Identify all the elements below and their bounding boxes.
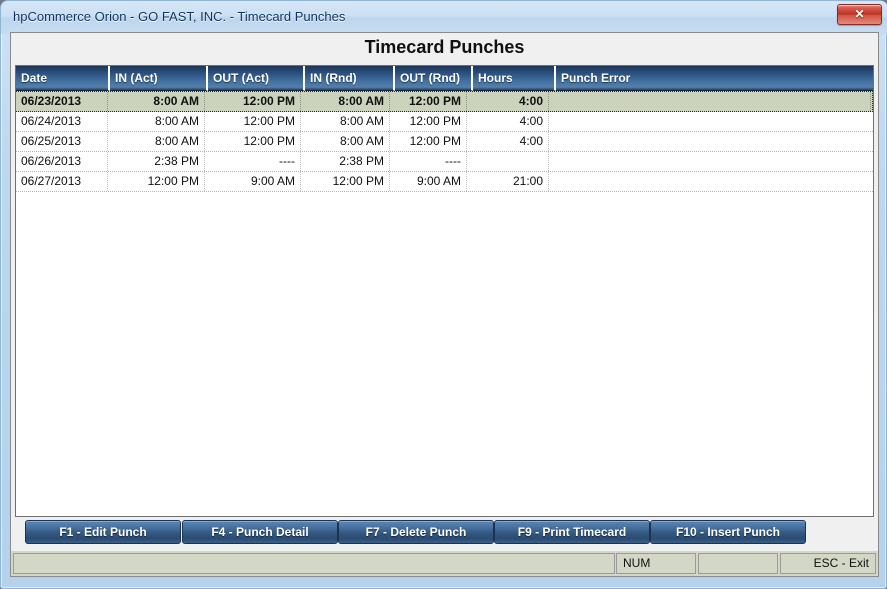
cell-out-rnd: 12:00 PM [390, 112, 467, 131]
cell-hours: 4:00 [467, 112, 549, 131]
cell-in-rnd: 12:00 PM [301, 172, 390, 191]
page-title: Timecard Punches [364, 37, 525, 57]
function-button-bar: F1 - Edit Punch F4 - Punch Detail F7 - Del… [15, 520, 874, 548]
delete-punch-button[interactable]: F7 - Delete Punch [338, 520, 494, 544]
cell-date: 06/24/2013 [16, 112, 108, 131]
table-row[interactable]: 06/23/2013 8:00 AM 12:00 PM 8:00 AM 12:00 PM… [16, 91, 873, 112]
cell-hours: 4:00 [467, 132, 549, 151]
status-bar: NUM ESC - Exit [10, 551, 879, 577]
cell-in-act: 12:00 PM [108, 172, 205, 191]
cell-in-act: 2:38 PM [108, 152, 205, 171]
cell-in-act: 8:00 AM [108, 92, 205, 111]
cell-error [549, 92, 871, 111]
cell-error [549, 152, 871, 171]
cell-out-rnd: 12:00 PM [390, 92, 467, 111]
cell-out-rnd: 12:00 PM [390, 132, 467, 151]
window-title: hpCommerce Orion - GO FAST, INC. - Timec… [13, 9, 346, 24]
cell-hours: 21:00 [467, 172, 549, 191]
status-message-panel [13, 553, 615, 574]
cell-date: 06/27/2013 [16, 172, 108, 191]
status-exit-hint: ESC - Exit [780, 553, 876, 574]
cell-out-act: 12:00 PM [205, 112, 301, 131]
cell-in-rnd: 8:00 AM [301, 132, 390, 151]
cell-in-rnd: 8:00 AM [301, 112, 390, 131]
cell-error [549, 172, 871, 191]
edit-punch-button[interactable]: F1 - Edit Punch [25, 520, 181, 544]
status-extra-panel [698, 553, 778, 574]
cell-in-act: 8:00 AM [108, 132, 205, 151]
grid-body[interactable]: 06/23/2013 8:00 AM 12:00 PM 8:00 AM 12:00 PM… [16, 91, 873, 192]
cell-out-act: 12:00 PM [205, 132, 301, 151]
column-header-out-act[interactable]: OUT (Act) [208, 66, 305, 91]
timecard-punches-grid[interactable]: Date IN (Act) OUT (Act) IN (Rnd) OUT (Rnd) Ho… [15, 65, 874, 517]
cell-out-act: 12:00 PM [205, 92, 301, 111]
table-row[interactable]: 06/26/2013 2:38 PM ---- 2:38 PM ---- [16, 152, 873, 172]
title-bar[interactable]: hpCommerce Orion - GO FAST, INC. - Timec… [1, 1, 887, 34]
cell-date: 06/26/2013 [16, 152, 108, 171]
cell-date: 06/23/2013 [16, 92, 108, 111]
cell-error [549, 112, 871, 131]
punch-detail-button[interactable]: F4 - Punch Detail [182, 520, 338, 544]
column-header-hours[interactable]: Hours [473, 66, 556, 91]
cell-out-rnd: 9:00 AM [390, 172, 467, 191]
cell-in-act: 8:00 AM [108, 112, 205, 131]
cell-hours: 4:00 [467, 92, 549, 111]
status-numlock-panel: NUM [616, 553, 696, 574]
column-header-in-rnd[interactable]: IN (Rnd) [305, 66, 395, 91]
insert-punch-button[interactable]: F10 - Insert Punch [650, 520, 806, 544]
client-area: Timecard Punches Date IN (Act) OUT (Act) IN… [10, 32, 879, 551]
cell-in-rnd: 8:00 AM [301, 92, 390, 111]
cell-error [549, 132, 871, 151]
cell-hours [467, 152, 549, 171]
cell-out-act: ---- [205, 152, 301, 171]
cell-date: 06/25/2013 [16, 132, 108, 151]
column-header-date[interactable]: Date [16, 66, 110, 91]
cell-out-rnd: ---- [390, 152, 467, 171]
print-timecard-button[interactable]: F9 - Print Timecard [494, 520, 650, 544]
cell-in-rnd: 2:38 PM [301, 152, 390, 171]
close-icon[interactable]: ✕ [837, 4, 882, 25]
table-row[interactable]: 06/24/2013 8:00 AM 12:00 PM 8:00 AM 12:00 PM… [16, 112, 873, 132]
table-row[interactable]: 06/27/2013 12:00 PM 9:00 AM 12:00 PM 9:00 AM… [16, 172, 873, 192]
column-header-error[interactable]: Punch Error [556, 66, 873, 91]
table-row[interactable]: 06/25/2013 8:00 AM 12:00 PM 8:00 AM 12:00 PM… [16, 132, 873, 152]
grid-header-row: Date IN (Act) OUT (Act) IN (Rnd) OUT (Rnd) Ho… [16, 66, 873, 91]
column-header-out-rnd[interactable]: OUT (Rnd) [395, 66, 473, 91]
application-window: hpCommerce Orion - GO FAST, INC. - Timec… [0, 0, 887, 589]
cell-out-act: 9:00 AM [205, 172, 301, 191]
column-header-in-act[interactable]: IN (Act) [110, 66, 208, 91]
